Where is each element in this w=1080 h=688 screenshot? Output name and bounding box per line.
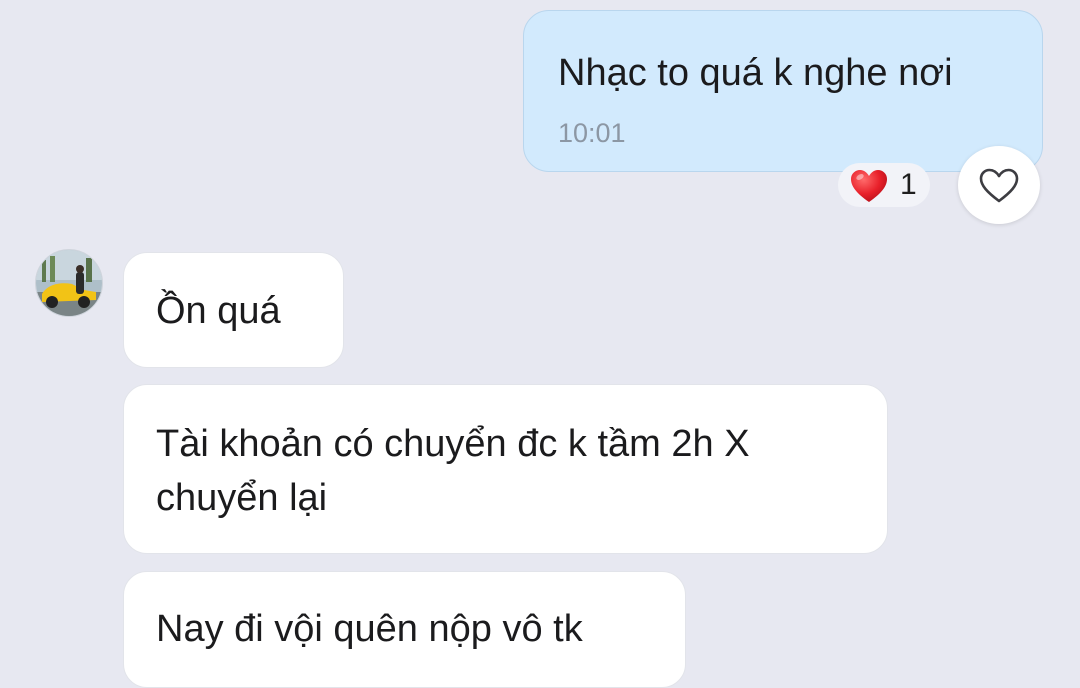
- incoming-message-bubble[interactable]: Nay đi vội quên nộp vô tk: [123, 571, 686, 688]
- incoming-message-text: Tài khoản có chuyển đc k tầm 2h X chuyển…: [156, 423, 750, 519]
- outgoing-message-bubble[interactable]: Nhạc to quá k nghe nơi 10:01: [523, 10, 1043, 172]
- avatar-image: [36, 250, 102, 316]
- incoming-message-text: Nay đi vội quên nộp vô tk: [156, 608, 583, 650]
- outgoing-message-text: Nhạc to quá k nghe nơi: [558, 52, 953, 94]
- incoming-message-bubble[interactable]: Ồn quá: [123, 252, 344, 368]
- reaction-count: 1: [900, 168, 917, 201]
- chat-thread: Nhạc to quá k nghe nơi 10:01 1 Ồn quá Tà…: [0, 0, 1080, 688]
- incoming-message-bubble[interactable]: Tài khoản có chuyển đc k tầm 2h X chuyển…: [123, 384, 888, 554]
- reaction-chip[interactable]: 1: [838, 163, 930, 207]
- like-button[interactable]: [958, 146, 1040, 224]
- avatar[interactable]: [35, 249, 103, 317]
- message-timestamp: 10:01: [558, 118, 626, 148]
- heart-icon: [851, 170, 887, 202]
- heart-outline-icon: [979, 168, 1019, 203]
- incoming-message-text: Ồn quá: [156, 290, 281, 332]
